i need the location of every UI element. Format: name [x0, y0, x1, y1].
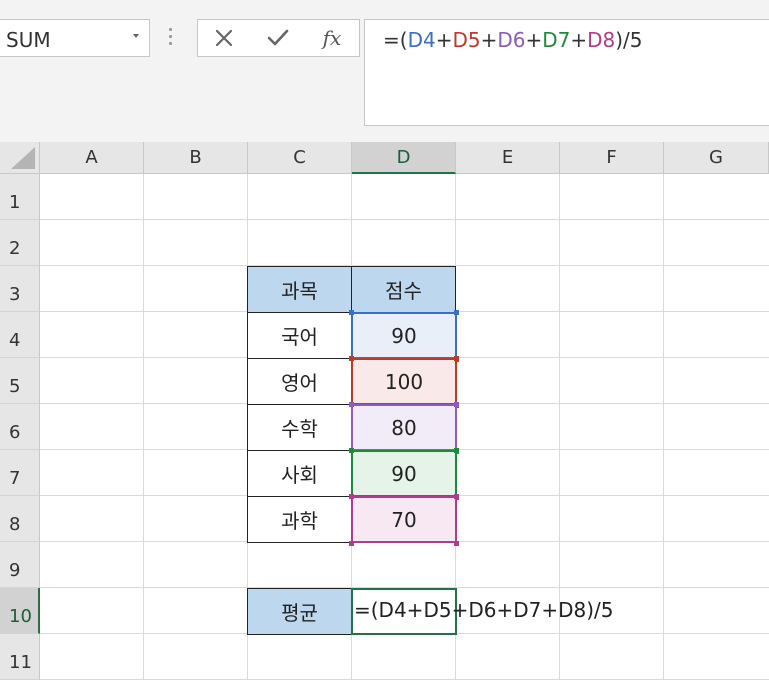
function-icon: fx [322, 26, 342, 50]
formula-text: =(D4+D5+D6+D7+D8)/5 [383, 28, 643, 52]
column-header-d[interactable]: D [352, 142, 456, 174]
row-number: 9 [9, 560, 21, 581]
cell-c4[interactable]: 국어 [247, 312, 352, 359]
range-handle[interactable] [454, 494, 459, 499]
range-handle[interactable] [454, 356, 459, 361]
name-box[interactable]: SUM [0, 19, 150, 57]
formula-token: + [570, 28, 588, 52]
row-number: 3 [9, 284, 21, 305]
cell-d8[interactable]: 70 [351, 496, 457, 543]
row-number: 7 [9, 468, 21, 489]
row-header-8[interactable]: 8 [0, 496, 40, 542]
row-number: 5 [9, 376, 21, 397]
row-header-6[interactable]: 6 [0, 404, 40, 450]
row-number: 8 [9, 514, 21, 535]
row-header-3[interactable]: 3 [0, 266, 40, 312]
row-number: 10 [9, 606, 32, 627]
column-header-f[interactable]: F [560, 142, 664, 174]
row-header-11[interactable]: 11 [0, 634, 40, 680]
formula-token: =( [383, 28, 408, 52]
header-subject: 과목 [281, 279, 318, 303]
cell-c6[interactable]: 수학 [247, 404, 352, 451]
range-handle[interactable] [349, 448, 354, 453]
gridline-vertical [143, 174, 144, 680]
range-handle[interactable] [454, 541, 459, 546]
cell-d4[interactable]: 90 [351, 312, 457, 359]
formula-token: + [480, 28, 498, 52]
range-handle[interactable] [349, 494, 354, 499]
row-header-4[interactable]: 4 [0, 312, 40, 358]
average-label: 평균 [281, 601, 318, 625]
enter-button[interactable] [258, 24, 298, 52]
row-number: 2 [9, 238, 21, 259]
gridline-vertical [663, 174, 664, 680]
formula-token: D6 [497, 28, 526, 52]
range-handle[interactable] [349, 541, 354, 546]
score-value: 90 [391, 461, 417, 486]
row-header-5[interactable]: 5 [0, 358, 40, 404]
range-handle[interactable] [454, 448, 459, 453]
score-value: 70 [391, 507, 417, 532]
cell-c3[interactable]: 과목 [247, 266, 352, 313]
subject-label: 영어 [281, 371, 318, 395]
row-number: 4 [9, 330, 21, 351]
formula-token: D5 [452, 28, 481, 52]
cell-c10[interactable]: 평균 [247, 588, 352, 635]
row-header-7[interactable]: 7 [0, 450, 40, 496]
grip-icon[interactable] [168, 28, 174, 48]
column-header-c[interactable]: C [248, 142, 352, 174]
cell-d7[interactable]: 90 [351, 450, 457, 497]
formula-bar-area: SUM fx =(D4+D5+D6+D7+D8)/5 [0, 0, 769, 142]
insert-function-button[interactable]: fx [312, 24, 352, 52]
row-number: 1 [9, 192, 21, 213]
subject-label: 국어 [281, 325, 318, 349]
close-icon [215, 29, 233, 47]
row-header-2[interactable]: 2 [0, 220, 40, 266]
chevron-down-icon[interactable] [133, 34, 139, 38]
formula-token: D8 [587, 28, 616, 52]
column-header-e[interactable]: E [456, 142, 560, 174]
formula-token: D7 [542, 28, 571, 52]
formula-token: D4 [407, 28, 436, 52]
gridline-horizontal [40, 219, 769, 220]
row-header-10[interactable]: 10 [0, 588, 40, 634]
row-header-9[interactable]: 9 [0, 542, 40, 588]
checkmark-icon [267, 29, 289, 46]
row-header-1[interactable]: 1 [0, 174, 40, 220]
score-value: 90 [391, 323, 417, 348]
column-header-b[interactable]: B [144, 142, 248, 174]
cell-c8[interactable]: 과학 [247, 496, 352, 543]
cancel-button[interactable] [204, 24, 244, 52]
cell-d6[interactable]: 80 [351, 404, 457, 451]
formula-token: + [525, 28, 543, 52]
column-header-g[interactable]: G [664, 142, 769, 174]
header-score: 점수 [385, 279, 422, 303]
row-number: 11 [9, 652, 32, 673]
active-cell-formula: =(D4+D5+D6+D7+D8)/5 [354, 598, 614, 622]
row-number: 6 [9, 422, 21, 443]
range-handle[interactable] [349, 356, 354, 361]
cell-d3[interactable]: 점수 [351, 266, 456, 313]
cell-c7[interactable]: 사회 [247, 450, 352, 497]
range-handle[interactable] [454, 402, 459, 407]
range-handle[interactable] [349, 402, 354, 407]
formula-buttons: fx [197, 19, 360, 57]
score-value: 100 [384, 369, 424, 394]
formula-token: + [435, 28, 453, 52]
formula-input[interactable]: =(D4+D5+D6+D7+D8)/5 [364, 19, 769, 126]
score-value: 80 [391, 415, 417, 440]
cell-c5[interactable]: 영어 [247, 358, 352, 405]
subject-label: 사회 [281, 463, 318, 487]
name-box-value: SUM [6, 28, 51, 52]
subject-label: 수학 [281, 417, 318, 441]
range-handle[interactable] [454, 310, 459, 315]
range-handle[interactable] [349, 310, 354, 315]
cell-d5[interactable]: 100 [351, 358, 457, 405]
formula-token: )/5 [615, 28, 643, 52]
select-all-button[interactable] [0, 142, 40, 174]
subject-label: 과학 [281, 509, 318, 533]
column-header-a[interactable]: A [40, 142, 144, 174]
